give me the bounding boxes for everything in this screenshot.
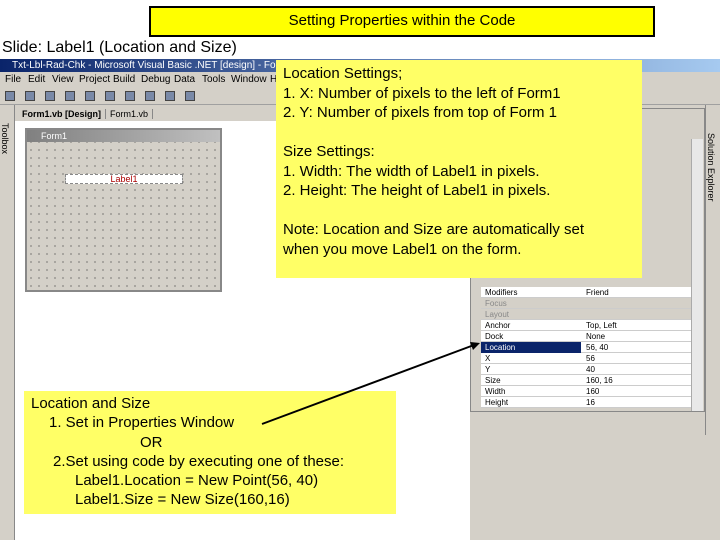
arrow-line <box>261 344 475 425</box>
arrow-overlay <box>261 342 480 425</box>
arrow-head <box>470 342 480 350</box>
